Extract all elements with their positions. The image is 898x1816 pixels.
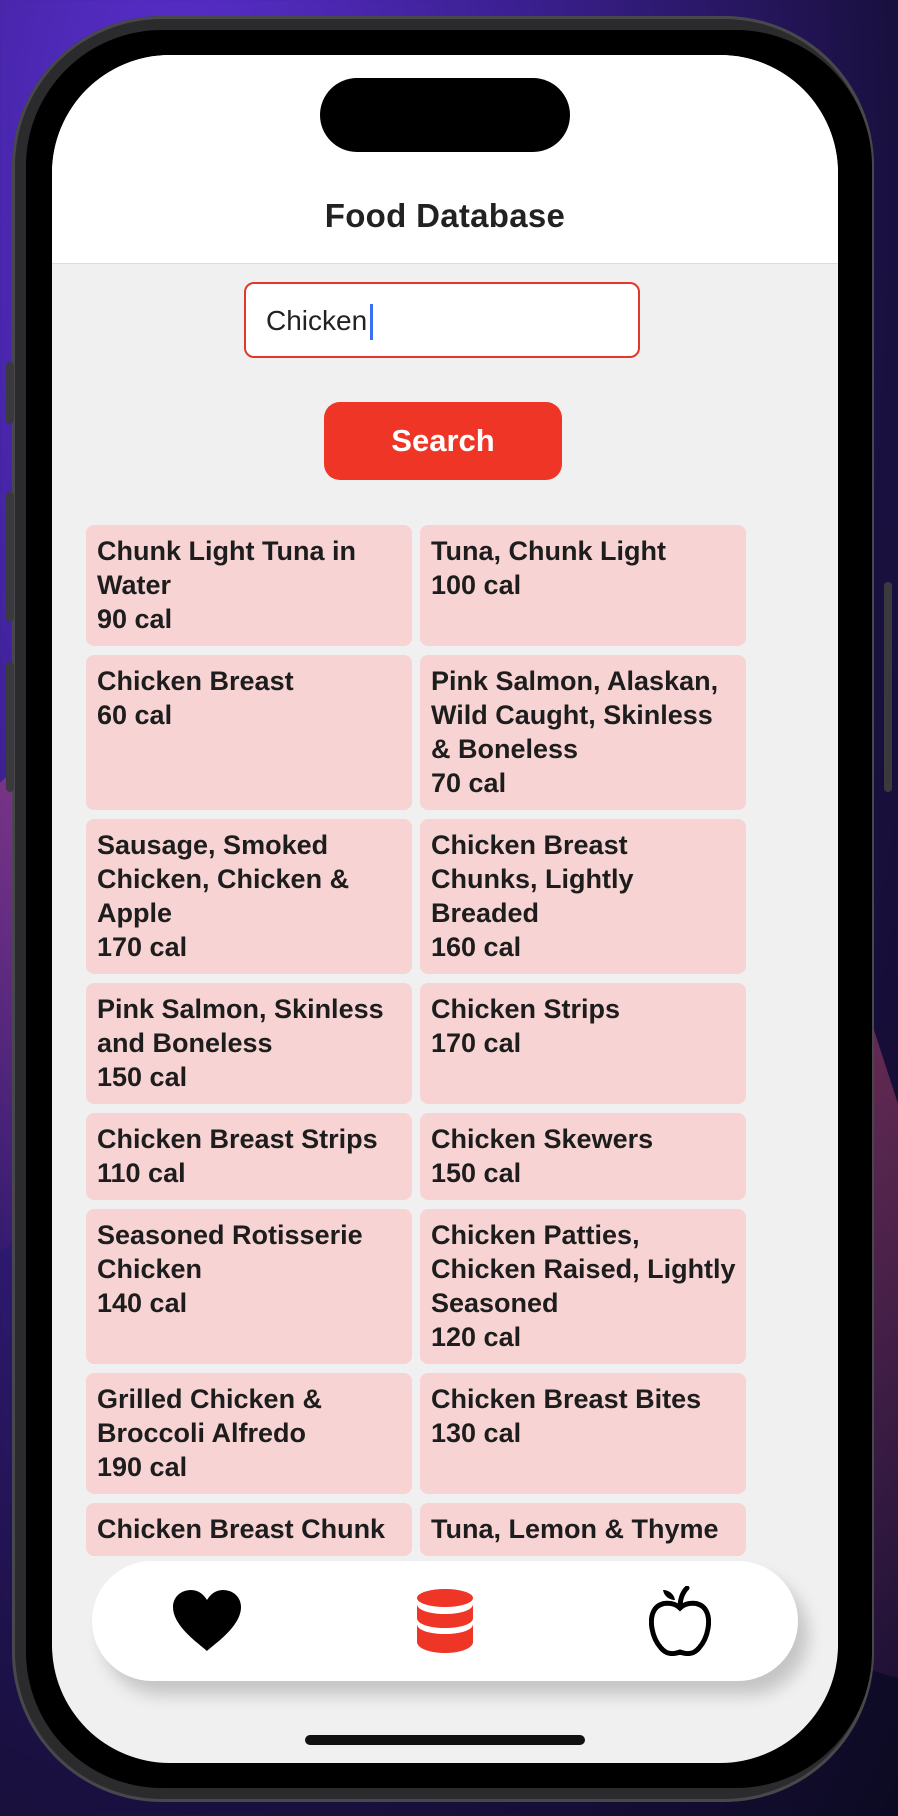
food-calories: 90 cal — [97, 604, 173, 634]
food-name: Chicken Breast — [97, 666, 294, 696]
power-button — [884, 582, 892, 792]
food-name: Chicken Breast Strips — [97, 1124, 378, 1154]
page-title: Food Database — [324, 197, 566, 234]
food-name: Chicken Breast Chunks, Lightly Breaded — [431, 830, 634, 928]
food-name: Chicken Breast Bites — [431, 1384, 702, 1414]
search-button[interactable]: Search — [324, 402, 562, 480]
heart-icon — [173, 1590, 241, 1651]
food-name: Sausage, Smoked Chicken, Chicken & Apple — [97, 830, 350, 928]
food-calories: 120 cal — [431, 1322, 522, 1352]
food-card[interactable]: Chicken Breast Chunks, Lightly Breaded 16… — [420, 819, 746, 974]
food-name: Chicken Patties, Chicken Raised, Lightly… — [431, 1220, 736, 1318]
food-card[interactable]: Seasoned Rotisserie Chicken 140 cal — [86, 1209, 412, 1364]
apple-icon — [649, 1586, 711, 1656]
food-card[interactable]: Chicken Skewers 150 cal — [420, 1113, 746, 1200]
food-name: Tuna, Chunk Light — [431, 536, 666, 566]
dynamic-island — [320, 78, 570, 152]
food-calories: 130 cal — [431, 1418, 522, 1448]
tab-food-database[interactable] — [405, 1585, 485, 1657]
food-name: Seasoned Rotisserie Chicken — [97, 1220, 363, 1284]
food-card[interactable]: Chicken Breast Chunk — [86, 1503, 412, 1556]
results-grid: Chunk Light Tuna in Water 90 cal Tuna, Chu… — [86, 525, 746, 1556]
food-card[interactable]: Sausage, Smoked Chicken, Chicken & Apple… — [86, 819, 412, 974]
food-name: Chicken Skewers — [431, 1124, 654, 1154]
database-icon — [417, 1589, 473, 1653]
food-name: Chicken Strips — [431, 994, 621, 1024]
food-card[interactable]: Chicken Breast Bites 130 cal — [420, 1373, 746, 1494]
home-indicator — [305, 1735, 585, 1745]
food-name: Pink Salmon, Alaskan, Wild Caught, Skinl… — [431, 666, 719, 764]
food-name: Chicken Breast Chunk — [97, 1514, 386, 1544]
action-button — [6, 362, 14, 424]
results-list[interactable]: Chunk Light Tuna in Water 90 cal Tuna, Chu… — [86, 525, 746, 1587]
food-calories: 190 cal — [97, 1452, 188, 1482]
food-card[interactable]: Chicken Breast Strips 110 cal — [86, 1113, 412, 1200]
food-name: Tuna, Lemon & Thyme — [431, 1514, 719, 1544]
food-card[interactable]: Chicken Breast 60 cal — [86, 655, 412, 810]
food-calories: 150 cal — [431, 1158, 522, 1188]
volume-up-button — [6, 492, 14, 622]
food-calories: 170 cal — [431, 1028, 522, 1058]
food-calories: 100 cal — [431, 570, 522, 600]
tab-favorites[interactable] — [167, 1585, 247, 1657]
food-calories: 70 cal — [431, 768, 507, 798]
food-card[interactable]: Pink Salmon, Alaskan, Wild Caught, Skinl… — [420, 655, 746, 810]
food-name: Pink Salmon, Skinless and Boneless — [97, 994, 384, 1058]
food-card[interactable]: Tuna, Chunk Light 100 cal — [420, 525, 746, 646]
food-card[interactable]: Pink Salmon, Skinless and Boneless 150 ca… — [86, 983, 412, 1104]
text-cursor — [370, 304, 373, 340]
food-name: Chunk Light Tuna in Water — [97, 536, 356, 600]
app-screen: Food Database Chicken Search Chunk Light… — [52, 55, 838, 1763]
tab-nutrition[interactable] — [640, 1585, 720, 1657]
food-calories: 160 cal — [431, 932, 522, 962]
food-calories: 60 cal — [97, 700, 173, 730]
food-card[interactable]: Chicken Patties, Chicken Raised, Lightly… — [420, 1209, 746, 1364]
volume-down-button — [6, 662, 14, 792]
food-calories: 110 cal — [97, 1158, 186, 1188]
tab-bar — [92, 1561, 798, 1681]
food-card[interactable]: Chunk Light Tuna in Water 90 cal — [86, 525, 412, 646]
food-calories: 140 cal — [97, 1288, 188, 1318]
food-calories: 170 cal — [97, 932, 188, 962]
food-card[interactable]: Grilled Chicken & Broccoli Alfredo 190 ca… — [86, 1373, 412, 1494]
food-name: Grilled Chicken & Broccoli Alfredo — [97, 1384, 323, 1448]
food-card[interactable]: Chicken Strips 170 cal — [420, 983, 746, 1104]
food-card[interactable]: Tuna, Lemon & Thyme — [420, 1503, 746, 1556]
search-input-value: Chicken — [266, 305, 368, 336]
food-calories: 150 cal — [97, 1062, 188, 1092]
